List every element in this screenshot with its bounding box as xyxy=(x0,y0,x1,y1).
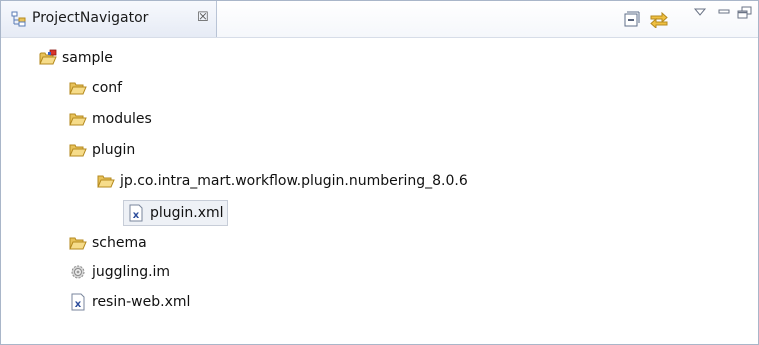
folder-icon xyxy=(69,79,87,97)
tree-item-schema[interactable]: schema xyxy=(69,230,147,256)
xml-file-icon: x xyxy=(127,204,145,222)
tree-item-plugin-xml[interactable]: x plugin.xml xyxy=(123,200,228,226)
minimize-icon[interactable] xyxy=(717,6,735,24)
collapse-all-icon[interactable] xyxy=(623,10,641,28)
project-folder-icon xyxy=(39,49,57,67)
close-icon[interactable]: ☒ xyxy=(197,9,209,27)
tree-item-label: plugin.xml xyxy=(150,205,224,221)
tree-item-label: resin-web.xml xyxy=(92,294,191,310)
settings-file-icon xyxy=(69,263,87,281)
tree-item-label: modules xyxy=(92,111,152,127)
tree-item-numbering-package[interactable]: jp.co.intra_mart.workflow.plugin.numberi… xyxy=(97,168,468,194)
project-tree: sample conf modules plugin jp.co.intra_m… xyxy=(1,37,758,344)
tree-item-modules[interactable]: modules xyxy=(69,106,152,132)
view-menu-icon[interactable] xyxy=(693,6,711,24)
navigator-icon xyxy=(11,11,27,27)
maximize-icon[interactable] xyxy=(737,6,755,24)
tree-item-juggling-im[interactable]: juggling.im xyxy=(69,259,170,285)
xml-file-icon: x xyxy=(69,293,87,311)
folder-icon xyxy=(69,110,87,128)
tree-item-label: juggling.im xyxy=(92,264,171,280)
folder-icon xyxy=(69,234,87,252)
tree-item-label: schema xyxy=(92,235,147,251)
link-with-editor-icon[interactable] xyxy=(649,10,668,30)
tab-project-navigator[interactable]: ProjectNavigator ☒ xyxy=(1,1,217,37)
tree-item-label: sample xyxy=(62,50,113,66)
tree-item-label: conf xyxy=(92,80,123,96)
project-navigator-view: ProjectNavigator ☒ sample conf modules p… xyxy=(0,0,759,345)
tree-item-label: jp.co.intra_mart.workflow.plugin.numberi… xyxy=(120,173,468,189)
view-toolbar: ProjectNavigator ☒ xyxy=(1,1,758,38)
tree-item-conf[interactable]: conf xyxy=(69,75,122,101)
svg-text:x: x xyxy=(133,210,140,221)
tree-item-label: plugin xyxy=(92,142,136,158)
tree-item-plugin[interactable]: plugin xyxy=(69,137,135,163)
svg-text:x: x xyxy=(75,299,82,310)
tab-title: ProjectNavigator xyxy=(32,10,149,26)
tree-item-sample[interactable]: sample xyxy=(39,45,113,71)
tree-item-resin-web-xml[interactable]: x resin-web.xml xyxy=(69,289,190,315)
folder-icon xyxy=(69,141,87,159)
folder-icon xyxy=(97,172,115,190)
